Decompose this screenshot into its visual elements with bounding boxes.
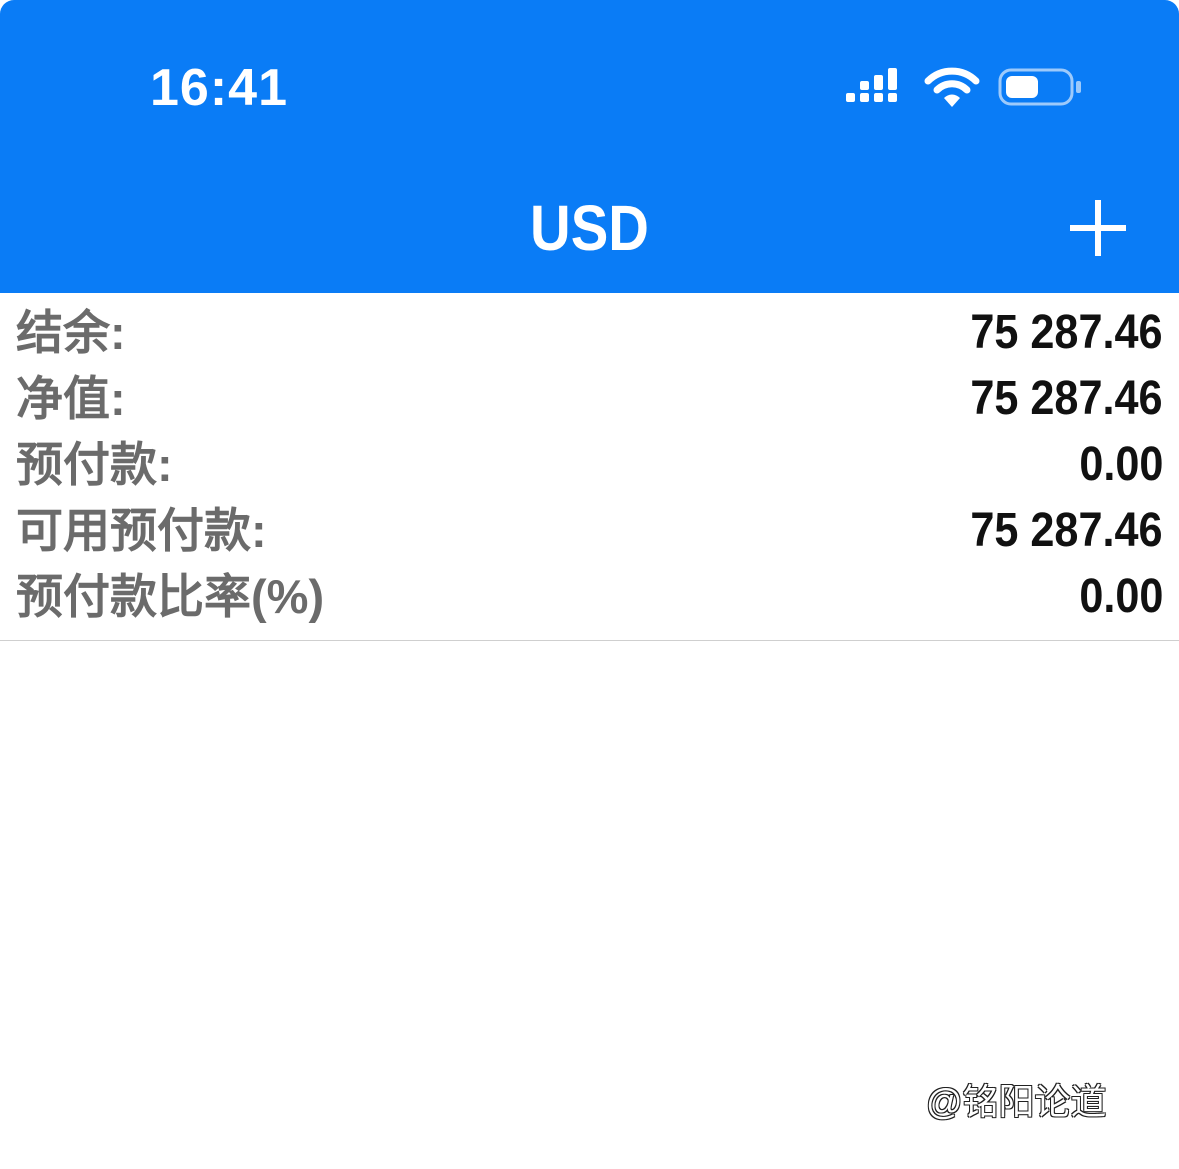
free-margin-row: 可用预付款: 75 287.46 bbox=[0, 498, 1179, 564]
equity-value: 75 287.46 bbox=[970, 372, 1163, 425]
free-margin-label: 可用预付款: bbox=[16, 504, 267, 557]
status-time: 16:41 bbox=[150, 59, 288, 117]
plus-icon bbox=[1070, 200, 1126, 256]
margin-value: 0.00 bbox=[1078, 438, 1163, 491]
page-title: USD bbox=[530, 192, 649, 264]
margin-row: 预付款: 0.00 bbox=[0, 432, 1179, 498]
free-margin-value: 75 287.46 bbox=[970, 504, 1163, 557]
balance-row: 结余: 75 287.46 bbox=[0, 300, 1179, 366]
balance-value: 75 287.46 bbox=[970, 306, 1163, 359]
margin-level-label: 预付款比率(%) bbox=[16, 570, 325, 623]
wifi-icon bbox=[924, 67, 980, 107]
equity-row: 净值: 75 287.46 bbox=[0, 366, 1179, 432]
margin-level-row: 预付款比率(%) 0.00 bbox=[0, 564, 1179, 630]
app-header: 16:41 USD bbox=[0, 0, 1179, 293]
battery-icon bbox=[998, 68, 1081, 106]
balance-label: 结余: bbox=[16, 306, 126, 359]
status-icons bbox=[844, 66, 1084, 110]
watermark: @铭阳论道 bbox=[926, 1081, 1107, 1122]
account-summary-list: 结余: 75 287.46 净值: 75 287.46 预付款: 0.00 可用… bbox=[0, 300, 1179, 641]
margin-level-value: 0.00 bbox=[1078, 570, 1163, 623]
add-button[interactable] bbox=[1066, 196, 1130, 260]
equity-label: 净值: bbox=[16, 372, 126, 425]
margin-label: 预付款: bbox=[16, 438, 173, 491]
cellular-signal-icon bbox=[846, 68, 897, 102]
